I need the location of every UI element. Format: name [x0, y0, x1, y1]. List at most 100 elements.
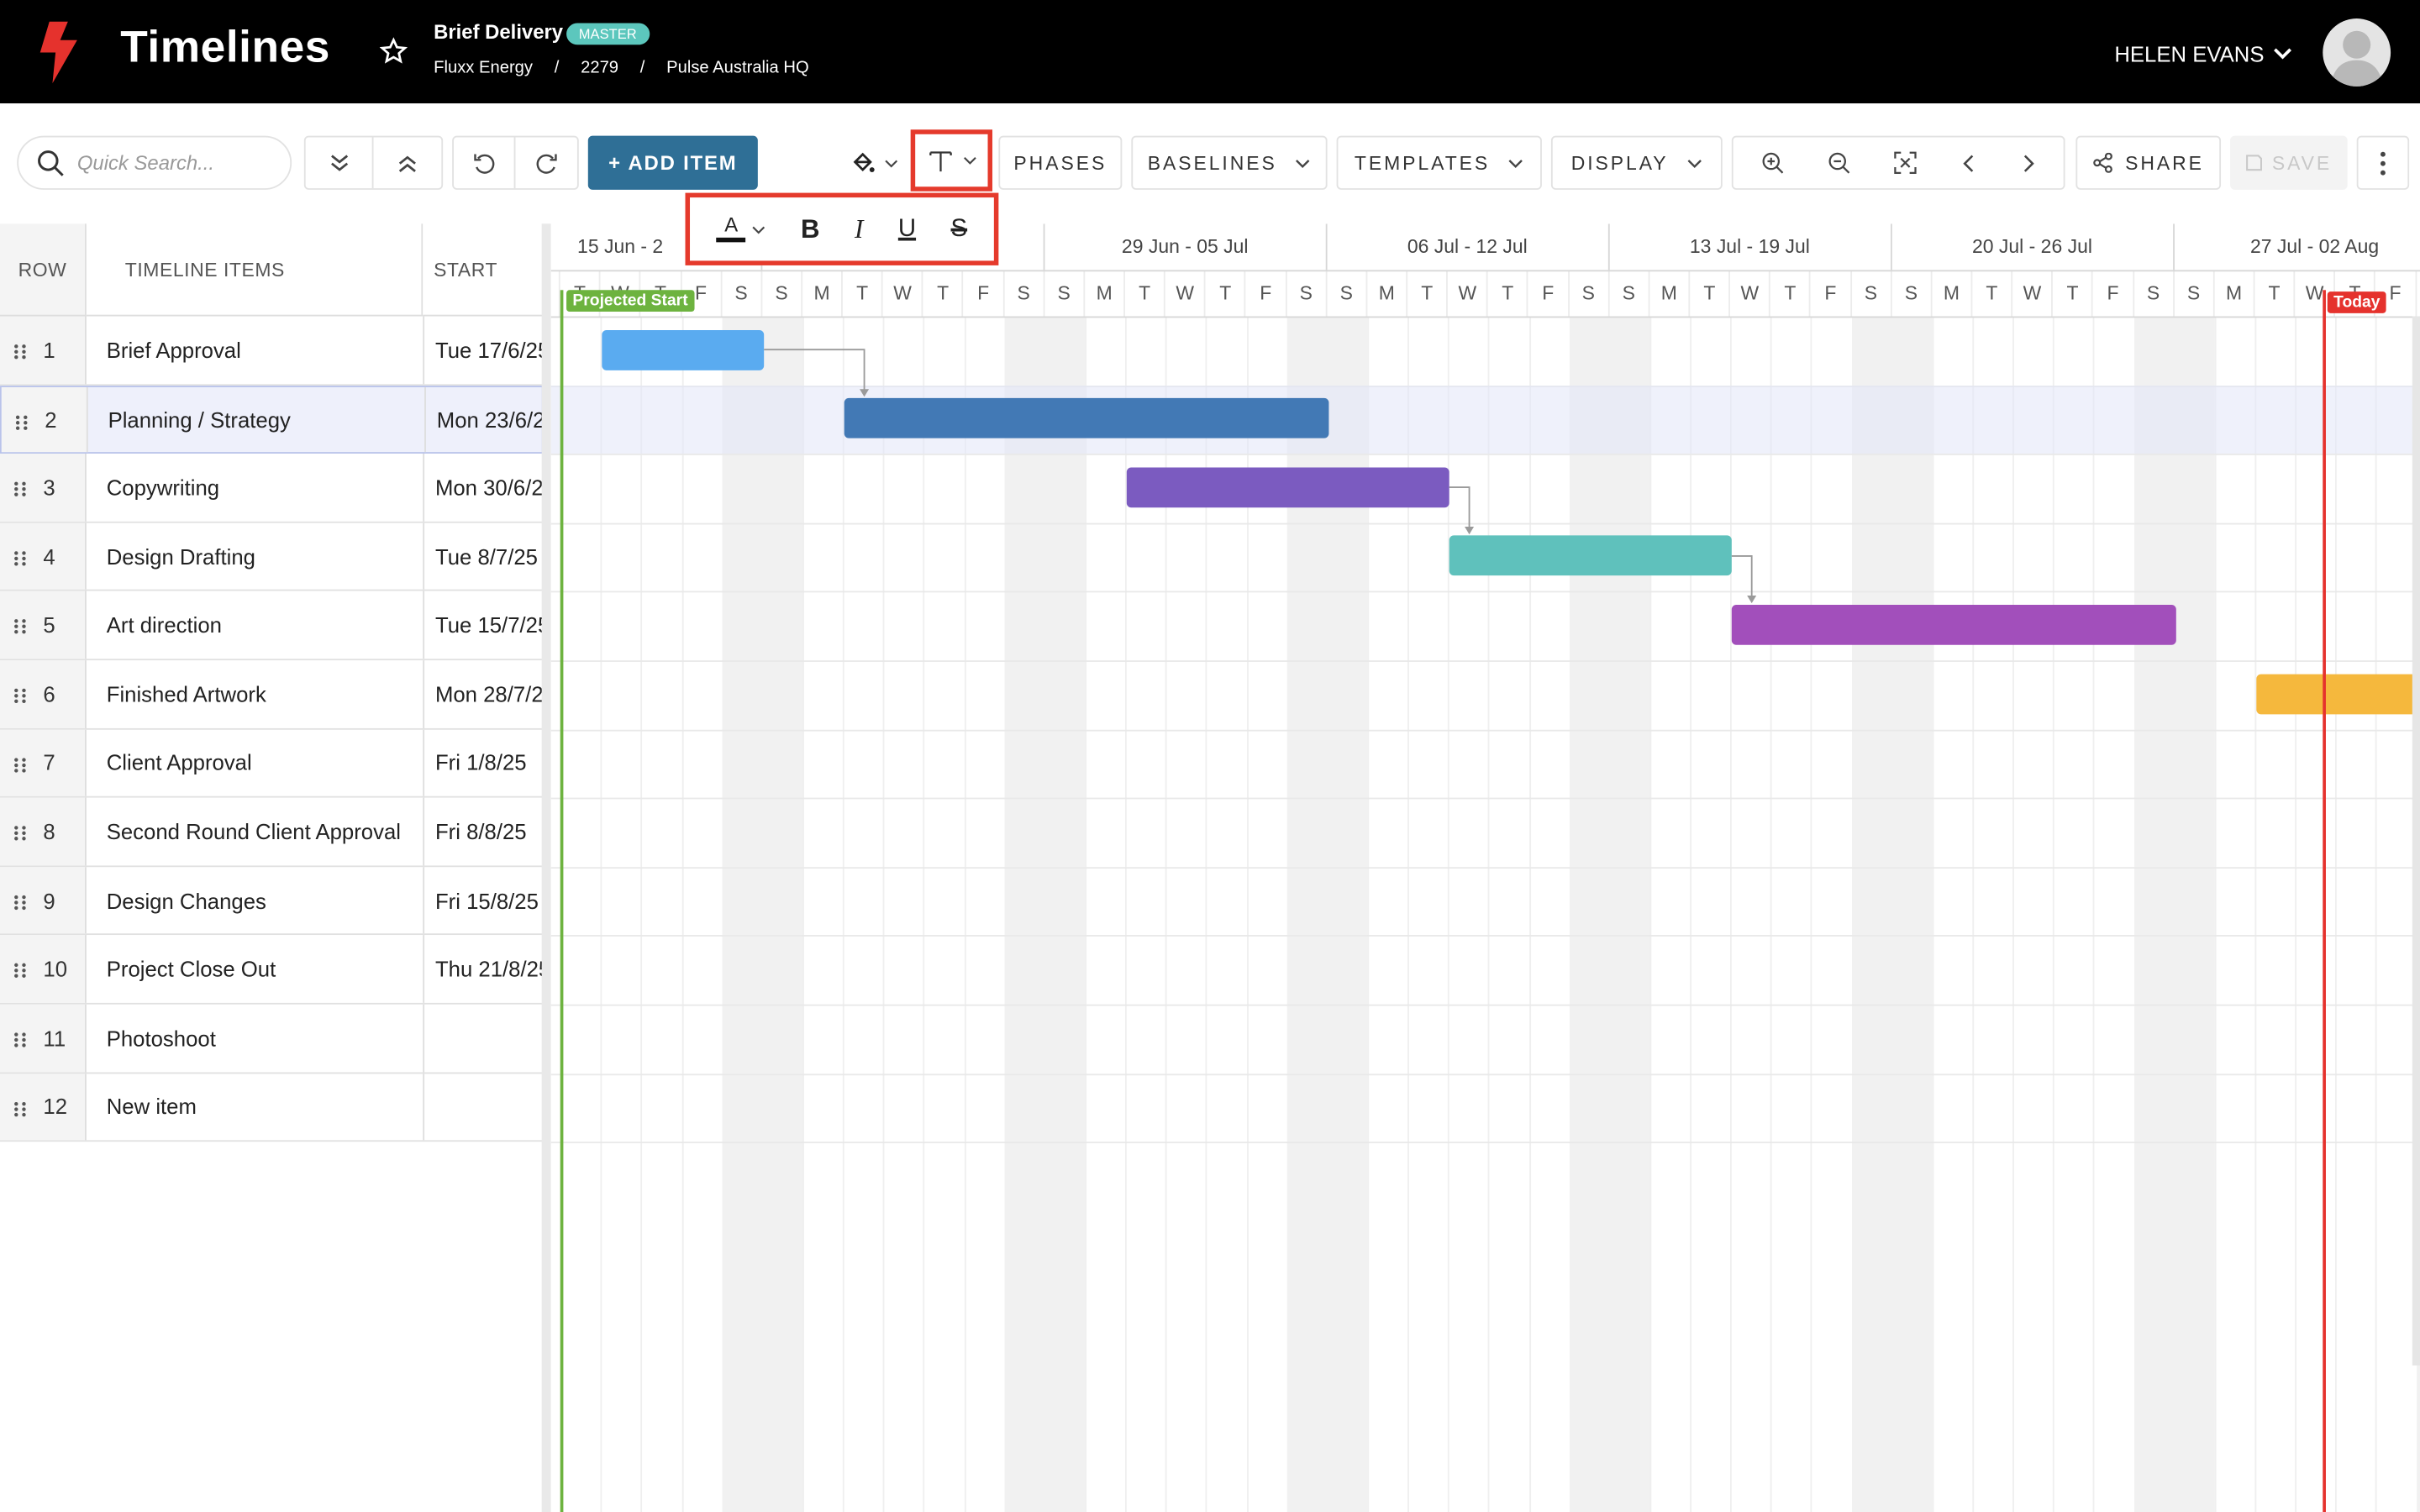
drag-handle-icon[interactable] — [14, 757, 27, 772]
share-button[interactable]: SHARE — [2075, 135, 2222, 190]
drag-handle-icon[interactable] — [14, 1032, 27, 1047]
start-date-cell[interactable]: Mon 28/7/25 — [423, 660, 544, 728]
favorite-star-icon[interactable] — [379, 37, 408, 65]
display-dropdown[interactable]: DISPLAY — [1550, 135, 1723, 190]
item-name-cell[interactable]: Planning / Strategy — [108, 407, 291, 432]
item-name-cell[interactable]: Second Round Client Approval — [107, 819, 401, 843]
start-date-cell[interactable] — [423, 1004, 543, 1072]
undo-button[interactable] — [454, 137, 516, 189]
drag-handle-icon[interactable] — [14, 481, 27, 497]
breadcrumb-client[interactable]: Fluxx Energy — [434, 59, 533, 77]
item-name-cell[interactable]: Design Drafting — [107, 544, 255, 569]
table-row[interactable]: 3 Copywriting Mon 30/6/25 — [0, 454, 544, 523]
expand-all-button[interactable] — [306, 137, 374, 189]
table-row[interactable]: 7 Client Approval Fri 1/8/25 — [0, 729, 544, 798]
quick-search[interactable]: Quick Search... — [17, 135, 292, 190]
underline-button[interactable]: U — [898, 215, 916, 243]
paint-bucket-icon — [852, 151, 874, 172]
start-date-cell[interactable] — [423, 1073, 543, 1141]
italic-button[interactable]: I — [855, 213, 863, 244]
item-name-cell[interactable]: New item — [107, 1095, 197, 1119]
chevron-left-icon[interactable] — [1961, 154, 1976, 172]
table-row[interactable]: 8 Second Round Client Approval Fri 8/8/25 — [0, 797, 544, 867]
phases-button[interactable]: PHASES — [998, 135, 1123, 190]
row-number: 2 — [45, 407, 57, 433]
chevron-down-icon — [1509, 159, 1523, 168]
avatar[interactable] — [2323, 18, 2391, 87]
table-row[interactable]: 12 New item — [0, 1073, 544, 1142]
column-header-timeline-items[interactable]: TIMELINE ITEMS — [86, 223, 424, 317]
table-row[interactable]: 2 Planning / Strategy Mon 23/6/25 — [0, 385, 544, 454]
more-options-button[interactable] — [2356, 135, 2410, 190]
dependency-arrow-icon — [860, 389, 870, 397]
table-row[interactable]: 9 Design Changes Fri 15/8/25 — [0, 866, 544, 936]
baselines-dropdown[interactable]: BASELINES — [1131, 135, 1328, 190]
start-date-cell[interactable]: Tue 17/6/25 — [423, 316, 544, 384]
chevron-down-icon — [1687, 159, 1702, 168]
start-date-cell[interactable]: Tue 8/7/25 — [423, 522, 543, 591]
drag-handle-icon[interactable] — [14, 1101, 27, 1116]
table-row[interactable]: 5 Art direction Tue 15/7/25 — [0, 591, 544, 661]
start-date-cell[interactable]: Fri 8/8/25 — [423, 797, 543, 866]
save-button[interactable]: SAVE — [2230, 135, 2348, 190]
start-date-cell[interactable]: Thu 21/8/25 — [423, 935, 544, 1003]
item-name-cell[interactable]: Art direction — [107, 613, 222, 638]
pane-splitter[interactable] — [541, 223, 551, 1512]
project-title[interactable]: Brief Delivery — [434, 20, 563, 44]
start-date-cell[interactable]: Mon 30/6/25 — [423, 454, 544, 522]
item-name-cell[interactable]: Design Changes — [107, 888, 266, 912]
row-number: 12 — [43, 1094, 68, 1120]
item-name-cell[interactable]: Copywriting — [107, 475, 219, 500]
drag-handle-icon[interactable] — [14, 895, 27, 910]
vertical-scrollbar[interactable] — [2412, 316, 2420, 1366]
row-number-cell: 9 — [0, 866, 87, 934]
add-item-button[interactable]: + ADD ITEM — [587, 135, 758, 190]
breadcrumb-project[interactable]: Pulse Australia HQ — [666, 59, 809, 77]
drag-handle-icon[interactable] — [14, 963, 27, 979]
start-date-cell[interactable]: Fri 1/8/25 — [423, 729, 543, 797]
fill-color-button[interactable] — [841, 136, 906, 190]
item-name-cell[interactable]: Project Close Out — [107, 957, 276, 981]
table-row[interactable]: 4 Design Drafting Tue 8/7/25 — [0, 522, 544, 592]
collapse-all-button[interactable] — [374, 137, 442, 188]
table-row[interactable]: 1 Brief Approval Tue 17/6/25 — [0, 316, 544, 386]
start-date: Tue 8/7/25 — [434, 543, 538, 570]
bold-button[interactable]: B — [801, 213, 820, 244]
zoom-in-icon[interactable] — [1761, 151, 1785, 175]
fit-to-screen-icon[interactable] — [1895, 151, 1918, 175]
start-date-cell[interactable]: Fri 15/8/25 — [423, 866, 543, 934]
start-date: Fri 15/8/25 — [434, 888, 539, 913]
zoom-out-icon[interactable] — [1828, 151, 1851, 175]
redo-button[interactable] — [515, 137, 576, 188]
search-icon — [38, 150, 64, 176]
breadcrumb: Fluxx Energy / 2279 / Pulse Australia HQ — [434, 59, 809, 77]
user-menu[interactable]: HELEN EVANS — [2114, 42, 2292, 66]
drag-handle-icon[interactable] — [14, 619, 27, 635]
drag-handle-icon[interactable] — [14, 344, 27, 360]
start-date-cell[interactable]: Tue 15/7/25 — [423, 591, 544, 659]
templates-dropdown[interactable]: TEMPLATES — [1336, 135, 1542, 190]
item-name-cell[interactable]: Brief Approval — [107, 338, 241, 362]
item-name-cell[interactable]: Finished Artwork — [107, 681, 266, 706]
drag-handle-icon[interactable] — [14, 550, 27, 566]
chevron-right-icon[interactable] — [2020, 154, 2035, 172]
drag-handle-icon[interactable] — [14, 688, 27, 703]
drag-handle-icon[interactable] — [15, 414, 28, 430]
app-logo-icon[interactable] — [34, 18, 83, 87]
row-number-cell: 2 — [1, 386, 88, 453]
table-row[interactable]: 11 Photoshoot — [0, 1004, 544, 1074]
breadcrumb-job-number[interactable]: 2279 — [581, 59, 618, 77]
row-number: 6 — [43, 681, 55, 706]
item-name-cell[interactable]: Photoshoot — [107, 1026, 216, 1050]
font-color-button[interactable]: A — [716, 214, 766, 243]
drag-handle-icon[interactable] — [14, 826, 27, 841]
start-date-cell[interactable]: Mon 23/6/25 — [424, 386, 544, 453]
column-header-row[interactable]: ROW — [0, 223, 87, 317]
table-row[interactable]: 10 Project Close Out Thu 21/8/25 — [0, 935, 544, 1005]
projected-start-marker: Projected Start — [566, 290, 694, 312]
table-row[interactable]: 6 Finished Artwork Mon 28/7/25 — [0, 660, 544, 730]
item-name-cell[interactable]: Client Approval — [107, 750, 252, 774]
start-date: Mon 30/6/25 — [434, 475, 544, 501]
strikethrough-button[interactable]: S — [951, 215, 968, 243]
column-header-start[interactable]: START — [423, 223, 544, 317]
